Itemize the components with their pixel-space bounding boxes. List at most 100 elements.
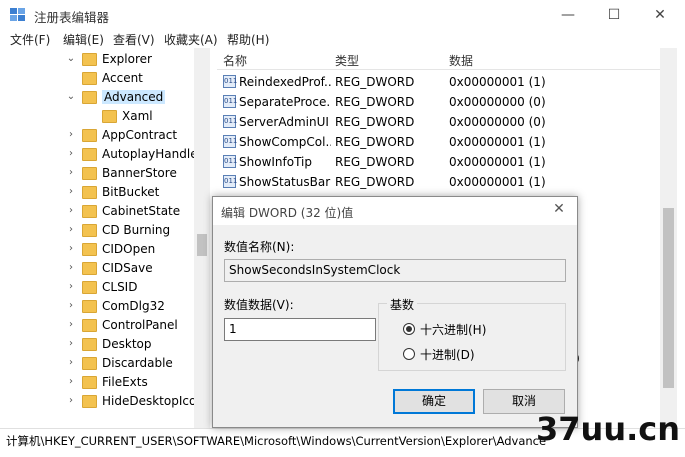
expand-arrow-icon[interactable]: › [66,148,76,159]
expand-arrow-icon[interactable]: › [66,281,76,292]
tree-item[interactable]: › Desktop [0,336,209,355]
expand-arrow-icon[interactable]: › [66,243,76,254]
list-scrollbar[interactable] [660,48,677,428]
tree-item[interactable]: Accent [0,70,209,89]
tree-item[interactable]: Xaml [0,108,209,127]
expand-arrow-icon[interactable]: › [66,357,76,368]
window-title: 注册表编辑器 [34,10,110,25]
tree-item-label: Accent [102,71,143,85]
value-row[interactable]: 011 SeparateProce... REG_DWORD 0x00000000 (… [217,92,660,112]
close-button[interactable]: ✕ [637,0,683,30]
expand-arrow-icon[interactable]: › [66,300,76,311]
tree-scrollbar[interactable] [194,48,210,428]
tree-item[interactable]: › ControlPanel [0,317,209,336]
folder-icon [82,395,97,408]
value-data-cell: 0x00000001 (1) [449,175,546,189]
list-scroll-thumb[interactable] [663,208,674,388]
value-name-cell: SeparateProce... [239,95,331,109]
tree-item[interactable]: › CD Burning [0,222,209,241]
value-data-cell: 0x00000001 (1) [449,135,546,149]
tree-item-label: CabinetState [102,204,181,218]
value-type-cell: REG_DWORD [335,135,415,149]
expand-arrow-icon[interactable]: › [66,186,76,197]
value-row[interactable]: 011 ShowCompCol... REG_DWORD 0x00000001 (1) [217,132,660,152]
minimize-button[interactable]: — [545,0,591,30]
menu-file[interactable]: 文件(F) [10,31,50,48]
reg-dword-icon: 011 [223,155,237,168]
tree-item[interactable]: › AppContract [0,127,209,146]
value-name-cell: ShowCompCol... [239,135,331,149]
hex-radio-label[interactable]: 十六进制(H) [420,321,486,338]
tree-item[interactable]: › CabinetState [0,203,209,222]
value-name-cell: ReindexedProf... [239,75,331,89]
expand-arrow-icon[interactable]: › [66,395,76,406]
tree-item[interactable]: › ComDlg32 [0,298,209,317]
value-row[interactable]: 011 ServerAdminUI REG_DWORD 0x00000000 (0) [217,112,660,132]
folder-icon [82,53,97,66]
collapse-arrow-icon[interactable]: ⌄ [66,91,76,102]
value-row[interactable]: 011 ShowStatusBar REG_DWORD 0x00000001 (1) [217,172,660,192]
column-name-header[interactable]: 名称 [223,52,247,69]
menu-bar: 文件(F) 编辑(E) 查看(V) 收藏夹(A) 帮助(H) [0,30,685,48]
decimal-radio-label[interactable]: 十进制(D) [420,346,475,363]
value-data-input[interactable]: 1 [224,318,376,341]
value-row[interactable]: 011 ReindexedProf... REG_DWORD 0x00000001 (… [217,72,660,92]
expand-arrow-icon[interactable]: › [66,319,76,330]
folder-icon [82,72,97,85]
edit-dword-dialog: 编辑 DWORD (32 位)值 ✕ 数值名称(N): ShowSecondsI… [212,196,578,428]
tree-item[interactable]: › CIDSave [0,260,209,279]
tree-item[interactable]: › FileExts [0,374,209,393]
base-label: 基数 [387,296,418,313]
value-data-cell: 0x00000001 (1) [449,75,546,89]
key-tree[interactable]: ⌄ Explorer Accent ⌄ Advanced Xaml › AppContract… [0,48,210,428]
menu-favorites[interactable]: 收藏夹(A) [164,31,218,48]
menu-view[interactable]: 查看(V) [113,31,155,48]
menu-help[interactable]: 帮助(H) [227,31,269,48]
tree-item[interactable]: › BannerStore [0,165,209,184]
column-type-header[interactable]: 类型 [335,52,359,69]
folder-icon [82,224,97,237]
status-path: 计算机\HKEY_CURRENT_USER\SOFTWARE\Microsoft… [6,434,546,448]
tree-item[interactable]: ⌄ Explorer [0,51,209,70]
dialog-close-button[interactable]: ✕ [549,201,569,217]
ok-button[interactable]: 确定 [393,389,475,414]
decimal-radio[interactable] [403,348,415,360]
folder-icon [82,281,97,294]
expand-arrow-icon[interactable]: › [66,129,76,140]
expand-arrow-icon[interactable]: › [66,376,76,387]
value-name-cell: ServerAdminUI [239,115,329,129]
value-row[interactable]: 011 ShowInfoTip REG_DWORD 0x00000001 (1) [217,152,660,172]
regedit-app-icon [10,8,25,21]
folder-icon [82,148,97,161]
reg-dword-icon: 011 [223,95,237,108]
tree-item[interactable]: › CLSID [0,279,209,298]
hex-radio[interactable] [403,323,415,335]
tree-item-label: BannerStore [102,166,177,180]
tree-item-label: ControlPanel [102,318,178,332]
collapse-arrow-icon[interactable]: ⌄ [66,53,76,64]
expand-arrow-icon[interactable]: › [66,205,76,216]
tree-item[interactable]: › BitBucket [0,184,209,203]
expand-arrow-icon[interactable]: › [66,262,76,273]
expand-arrow-icon[interactable]: › [66,338,76,349]
dialog-title-bar: 编辑 DWORD (32 位)值 ✕ [213,197,577,225]
expand-arrow-icon[interactable]: › [66,167,76,178]
tree-scroll-thumb[interactable] [197,234,207,256]
maximize-button[interactable]: ☐ [591,0,637,30]
base-groupbox: 基数 十六进制(H) 十进制(D) [378,296,566,371]
column-data-header[interactable]: 数据 [449,52,473,69]
tree-item[interactable]: › CIDOpen [0,241,209,260]
folder-icon [82,91,97,104]
tree-item[interactable]: › AutoplayHandler [0,146,209,165]
menu-edit[interactable]: 编辑(E) [63,31,104,48]
tree-item[interactable]: › Discardable [0,355,209,374]
tree-item-label: AutoplayHandler [102,147,203,161]
expand-arrow-icon[interactable]: › [66,224,76,235]
value-name-field[interactable]: ShowSecondsInSystemClock [224,259,566,282]
value-data-cell: 0x00000001 (1) [449,155,546,169]
tree-item[interactable]: › HideDesktopIcon [0,393,209,412]
tree-item[interactable]: ⌄ Advanced [0,89,209,108]
tree-item-label: CIDSave [102,261,153,275]
value-data-cell: 0x00000000 (0) [449,95,546,109]
value-type-cell: REG_DWORD [335,95,415,109]
